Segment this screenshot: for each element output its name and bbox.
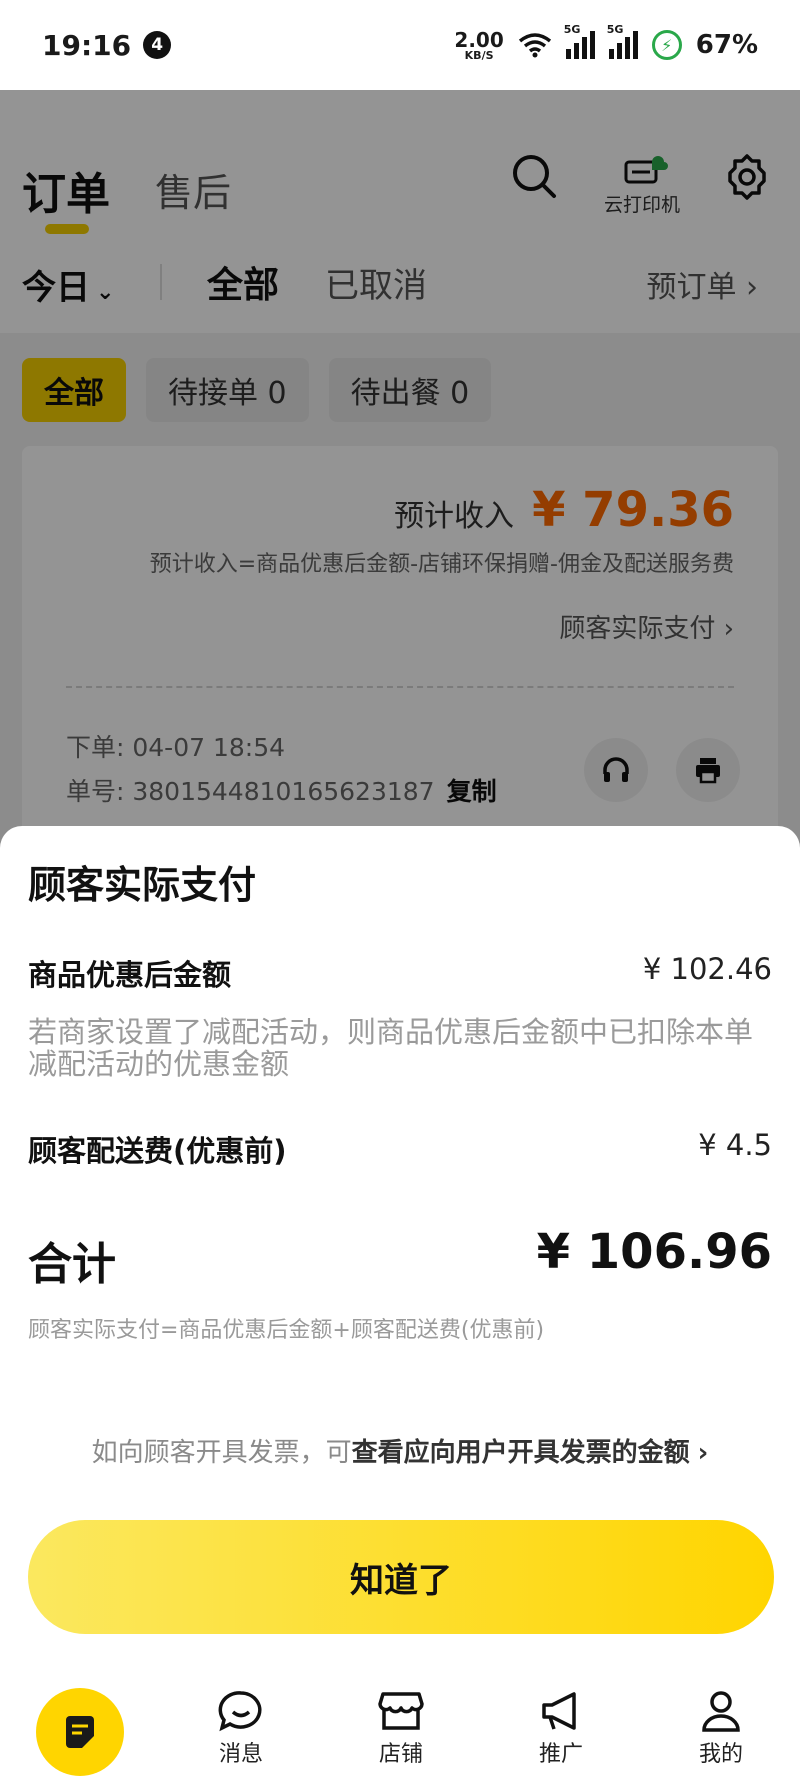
nav-promote-label: 推广 xyxy=(538,1742,583,1767)
chevron-right-icon: › xyxy=(697,1438,709,1468)
orders-icon xyxy=(66,1716,94,1748)
nav-messages[interactable]: 消息 xyxy=(196,1690,286,1768)
nav-store-label: 店铺 xyxy=(378,1742,423,1767)
delivery-fee-value: ¥ 4.5 xyxy=(698,1128,772,1162)
battery-percent: 67% xyxy=(695,30,758,60)
cell-signal-icon: 5G xyxy=(607,23,638,59)
total-label: 合计 xyxy=(28,1239,116,1290)
total-value: ¥ 106.96 xyxy=(536,1224,772,1280)
chat-icon xyxy=(218,1691,262,1732)
customer-payment-sheet: 顾客实际支付 商品优惠后金额 ¥ 102.46 若商家设置了减配活动，则商品优惠… xyxy=(0,826,800,1788)
invoice-line: 如向顾客开具发票，可查看应向用户开具发票的金额 › xyxy=(0,1432,800,1469)
delivery-fee-label: 顾客配送费(优惠前) xyxy=(28,1134,287,1168)
nav-store[interactable]: 店铺 xyxy=(356,1690,446,1768)
total-formula: 顾客实际支付=商品优惠后金额+顾客配送费(优惠前) xyxy=(28,1318,545,1343)
network-speed-unit: KB/S xyxy=(464,48,494,62)
nav-mine-label: 我的 xyxy=(698,1742,743,1767)
nav-orders[interactable] xyxy=(36,1688,124,1776)
store-icon xyxy=(378,1692,424,1730)
got-it-button[interactable]: 知道了 xyxy=(28,1520,774,1634)
cell-signal-icon: 5G xyxy=(564,23,595,59)
nav-messages-label: 消息 xyxy=(218,1742,263,1767)
network-speed: 2.00 KB/S xyxy=(454,30,503,61)
goods-amount-label: 商品优惠后金额 xyxy=(28,958,232,992)
notification-badge: 4 xyxy=(143,31,172,59)
network-speed-value: 2.00 xyxy=(454,27,504,52)
status-time: 19:16 xyxy=(42,28,132,62)
nav-mine[interactable]: 我的 xyxy=(676,1690,766,1768)
signal-label: 5G xyxy=(563,23,581,36)
status-bar: 19:16 4 2.00 KB/S 5G 5G ⚡ 67% xyxy=(0,0,800,90)
goods-amount-value: ¥ 102.46 xyxy=(642,952,772,986)
invoice-amount-link[interactable]: 查看应向用户开具发票的金额 xyxy=(352,1438,690,1468)
nav-promote[interactable]: 推广 xyxy=(516,1690,606,1768)
user-icon xyxy=(702,1691,740,1732)
status-indicators: 2.00 KB/S 5G 5G ⚡ 67% xyxy=(454,23,758,61)
invoice-prefix: 如向顾客开具发票，可 xyxy=(91,1438,352,1468)
goods-amount-note: 若商家设置了减配活动，则商品优惠后金额中已扣除本单减配活动的优惠金额 xyxy=(28,1015,754,1081)
wifi-icon xyxy=(518,33,551,58)
signal-label: 5G xyxy=(606,23,624,36)
bottom-nav: 消息 店铺 推广 我的 xyxy=(0,1676,800,1788)
megaphone-icon xyxy=(542,1692,576,1730)
sheet-title: 顾客实际支付 xyxy=(28,863,257,907)
battery-charging-icon: ⚡ xyxy=(651,30,682,60)
